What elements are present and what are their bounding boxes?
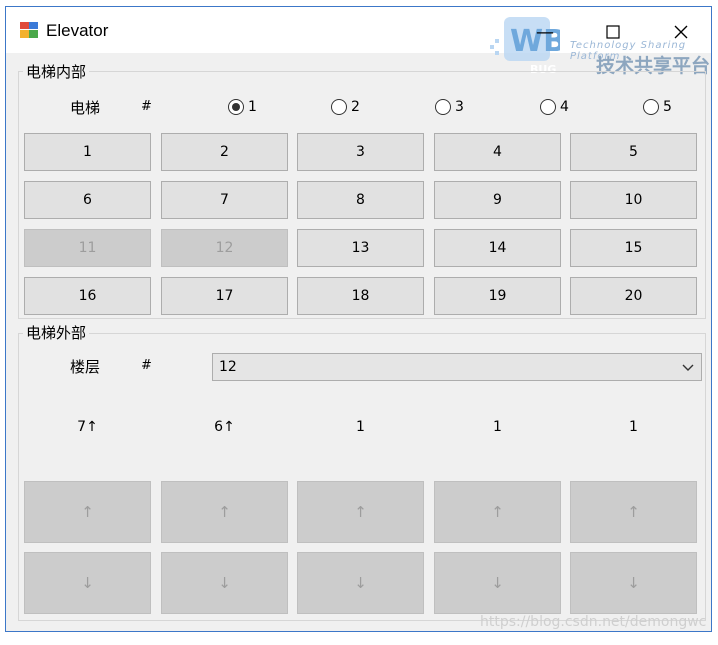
radio-elevator-4[interactable]: 4 [540,99,569,115]
floor-hash: # [141,358,152,373]
app-window: Elevator WB BUG Technology Sharing Platf… [5,6,712,632]
radio-circle [540,99,556,115]
elevator-status-1: 7↑ [77,419,98,435]
floor-select-value: 12 [219,359,237,375]
radio-label: 4 [560,99,569,115]
outer-group-label: 电梯外部 [23,322,90,343]
radio-label: 5 [663,99,672,115]
down-button-2[interactable]: ↓ [161,552,288,614]
floor-button-13[interactable]: 13 [297,229,424,267]
floor-button-17[interactable]: 17 [161,277,288,315]
floor-button-8[interactable]: 8 [297,181,424,219]
floor-button-12[interactable]: 12 [161,229,288,267]
elevator-status-2: 6↑ [214,419,235,435]
floor-button-19[interactable]: 19 [434,277,561,315]
floor-button-7[interactable]: 7 [161,181,288,219]
radio-circle [228,99,244,115]
window-title: Elevator [46,21,109,40]
elevator-status-3: 1 [356,419,365,435]
inner-group-label: 电梯内部 [23,61,90,82]
watermark-footer: https://blog.csdn.net/demongwc [480,614,707,630]
floor-label: 楼层 [70,358,101,376]
chevron-down-icon [682,364,694,371]
up-button-3[interactable]: ↑ [297,481,424,543]
radio-elevator-3[interactable]: 3 [435,99,464,115]
up-button-4[interactable]: ↑ [434,481,561,543]
radio-label: 2 [351,99,360,115]
up-button-1[interactable]: ↑ [24,481,151,543]
radio-label: 1 [248,99,257,115]
elevator-status-4: 1 [493,419,502,435]
down-button-4[interactable]: ↓ [434,552,561,614]
radio-circle [331,99,347,115]
app-icon [20,22,38,38]
floor-button-18[interactable]: 18 [297,277,424,315]
floor-button-11[interactable]: 11 [24,229,151,267]
close-icon [674,25,688,39]
up-button-2[interactable]: ↑ [161,481,288,543]
floor-button-16[interactable]: 16 [24,277,151,315]
radio-elevator-5[interactable]: 5 [643,99,672,115]
floor-button-15[interactable]: 15 [570,229,697,267]
floor-button-20[interactable]: 20 [570,277,697,315]
floor-button-10[interactable]: 10 [570,181,697,219]
radio-circle [435,99,451,115]
minimize-button[interactable]: — [522,17,568,47]
floor-button-5[interactable]: 5 [570,133,697,171]
floor-button-3[interactable]: 3 [297,133,424,171]
elevator-label: 电梯 [70,99,101,117]
floor-button-2[interactable]: 2 [161,133,288,171]
radio-label: 3 [455,99,464,115]
down-button-5[interactable]: ↓ [570,552,697,614]
down-button-3[interactable]: ↓ [297,552,424,614]
radio-circle [643,99,659,115]
floor-button-4[interactable]: 4 [434,133,561,171]
maximize-button[interactable] [590,17,636,47]
radio-elevator-2[interactable]: 2 [331,99,360,115]
radio-elevator-1[interactable]: 1 [228,99,257,115]
close-button[interactable] [658,17,704,47]
floor-select[interactable]: 12 [212,353,702,381]
elevator-hash: # [141,99,152,114]
floor-button-1[interactable]: 1 [24,133,151,171]
maximize-icon [606,25,620,39]
floor-button-9[interactable]: 9 [434,181,561,219]
floor-button-14[interactable]: 14 [434,229,561,267]
elevator-status-5: 1 [629,419,638,435]
floor-button-6[interactable]: 6 [24,181,151,219]
down-button-1[interactable]: ↓ [24,552,151,614]
title-bar[interactable]: Elevator WB BUG Technology Sharing Platf… [6,7,711,76]
up-button-5[interactable]: ↑ [570,481,697,543]
